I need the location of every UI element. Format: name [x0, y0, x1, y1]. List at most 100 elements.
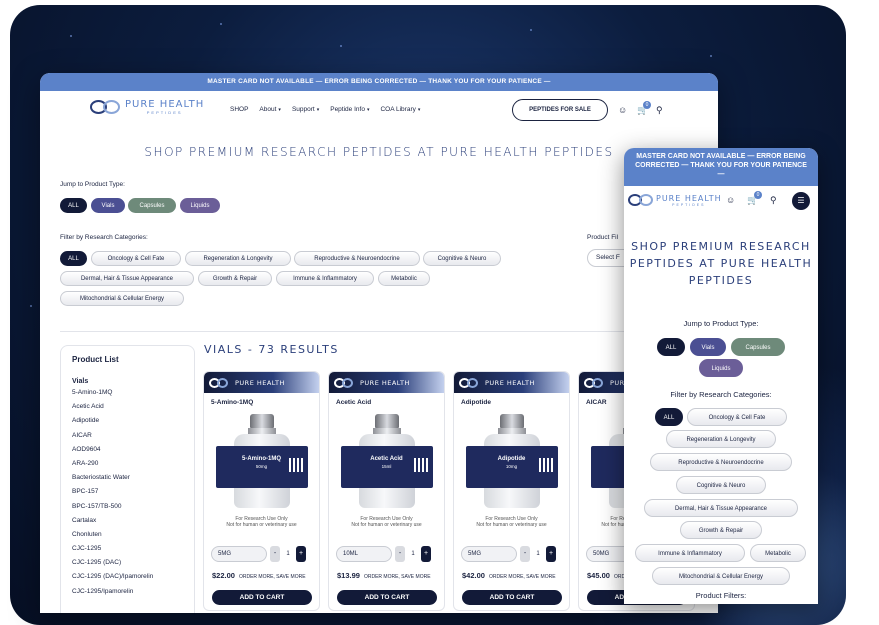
account-icon[interactable]: ☺ [618, 105, 627, 115]
category-immune[interactable]: Immune & Inflammatory [276, 271, 374, 286]
type-all[interactable]: ALL [60, 198, 87, 213]
plus-button[interactable]: + [421, 546, 431, 562]
category-growth[interactable]: Growth & Repair [680, 521, 762, 539]
list-item[interactable]: Adipotide [72, 417, 183, 431]
category-all[interactable]: ALL [60, 251, 87, 266]
plus-button[interactable]: + [296, 546, 306, 562]
list-item[interactable]: AOD9604 [72, 446, 183, 460]
minus-button[interactable]: - [270, 546, 280, 562]
logo-icon [334, 377, 354, 388]
product-list-panel: Product List Vials 5-Amino-1MQ Acetic Ac… [60, 345, 195, 613]
category-metabolic[interactable]: Metabolic [378, 271, 430, 286]
size-select[interactable]: 5MG [211, 546, 267, 562]
list-item[interactable]: Acetic Acid [72, 403, 183, 417]
type-liquids[interactable]: Liquids [699, 359, 743, 377]
add-to-cart-button[interactable]: ADD TO CART [212, 590, 312, 605]
research-note: For Research Use OnlyNot for human or ve… [351, 516, 422, 528]
type-liquids[interactable]: Liquids [180, 198, 220, 213]
list-item[interactable]: BPC-157/TB-500 [72, 503, 183, 517]
category-regeneration[interactable]: Regeneration & Longevity [185, 251, 291, 266]
product-card: PURE HEALTH Adipotide Adipotide 10mg For … [453, 371, 570, 611]
category-mitochondrial[interactable]: Mitochondrial & Cellular Energy [60, 291, 184, 306]
mobile-window: MASTER CARD NOT AVAILABLE — ERROR BEING … [624, 148, 818, 604]
mobile-jump-label: Jump to Product Type: [683, 319, 759, 328]
type-vials[interactable]: Vials [690, 338, 726, 356]
product-name[interactable]: Acetic Acid [329, 393, 444, 412]
logo-icon [628, 194, 654, 207]
category-cognitive[interactable]: Cognitive & Neuro [676, 476, 766, 494]
menu-icon[interactable]: ☰ [792, 192, 810, 210]
category-immune[interactable]: Immune & Inflammatory [635, 544, 745, 562]
qty-input[interactable]: 1 [283, 546, 293, 562]
category-mitochondrial[interactable]: Mitochondrial & Cellular Energy [652, 567, 790, 585]
category-dermal[interactable]: Dermal, Hair & Tissue Appearance [60, 271, 194, 286]
category-dermal[interactable]: Dermal, Hair & Tissue Appearance [644, 499, 798, 517]
search-icon[interactable]: ⚲ [770, 195, 777, 206]
nav-shop[interactable]: SHOP [230, 106, 248, 113]
category-growth[interactable]: Growth & Repair [198, 271, 272, 286]
product-list-group: Vials [72, 378, 89, 385]
category-oncology[interactable]: Oncology & Cell Fate [91, 251, 181, 266]
category-reproductive[interactable]: Reproductive & Neuroendocrine [650, 453, 792, 471]
vial-image[interactable]: Adipotide 10mg [462, 414, 562, 514]
product-name[interactable]: Adipotide [454, 393, 569, 412]
category-regeneration[interactable]: Regeneration & Longevity [666, 430, 776, 448]
card-header: PURE HEALTH [204, 372, 319, 393]
nav-coa-library[interactable]: COA Library ▾ [380, 106, 420, 113]
nav-menu: SHOP About ▾ Support ▾ Peptide Info ▾ COA L… [230, 106, 420, 113]
list-item[interactable]: Cartalax [72, 517, 183, 531]
page-title: SHOP PREMIUM RESEARCH PEPTIDES AT PURE H… [144, 145, 614, 159]
nav-support[interactable]: Support ▾ [292, 106, 319, 113]
category-oncology[interactable]: Oncology & Cell Fate [687, 408, 787, 426]
type-capsules[interactable]: Capsules [128, 198, 176, 213]
nav-about[interactable]: About ▾ [259, 106, 281, 113]
divider [60, 331, 660, 332]
list-item[interactable]: Bacteriostatic Water [72, 474, 183, 488]
add-to-cart-button[interactable]: ADD TO CART [462, 590, 562, 605]
type-capsules[interactable]: Capsules [731, 338, 785, 356]
qty-input[interactable]: 1 [408, 546, 418, 562]
list-item[interactable]: CJC-1295 (DAC)/Ipamorelin [72, 573, 183, 587]
category-cognitive[interactable]: Cognitive & Neuro [423, 251, 501, 266]
mobile-logo[interactable]: PURE HEALTH PEPTIDES [628, 194, 722, 207]
results-heading: VIALS - 73 RESULTS [204, 343, 339, 356]
add-to-cart-button[interactable]: ADD TO CART [337, 590, 437, 605]
list-item[interactable]: ARA-290 [72, 460, 183, 474]
plus-button[interactable]: + [546, 546, 556, 562]
category-metabolic[interactable]: Metabolic [750, 544, 806, 562]
card-header: PURE HEALTH [329, 372, 444, 393]
card-header: PURE HEALTH [454, 372, 569, 393]
vial-image[interactable]: Acetic Acid 15ml [337, 414, 437, 514]
size-select[interactable]: 5MG [461, 546, 517, 562]
list-item[interactable]: Chonluten [72, 531, 183, 545]
qty-input[interactable]: 1 [533, 546, 543, 562]
product-card: PURE HEALTH Acetic Acid Acetic Acid 15ml … [328, 371, 445, 611]
category-reproductive[interactable]: Reproductive & Neuroendocrine [294, 251, 420, 266]
type-vials[interactable]: Vials [91, 198, 125, 213]
list-item[interactable]: 5-Amino-1MQ [72, 389, 183, 403]
product-name[interactable]: 5-Amino-1MQ [204, 393, 319, 412]
vial-image[interactable]: 5-Amino-1MQ 50mg [212, 414, 312, 514]
minus-button[interactable]: - [395, 546, 405, 562]
desktop-window: MASTER CARD NOT AVAILABLE — ERROR BEING … [40, 73, 718, 613]
filter-label: Filter by Research Categories: [60, 234, 148, 241]
chevron-down-icon: ▾ [278, 106, 281, 113]
category-all[interactable]: ALL [655, 408, 683, 426]
search-icon[interactable]: ⚲ [656, 105, 663, 116]
mobile-product-filters-label: Product Filters: [695, 591, 747, 600]
card-options: 5MG - 1 + [461, 546, 556, 562]
size-select[interactable]: 10ML [336, 546, 392, 562]
account-icon[interactable]: ☺ [726, 195, 735, 205]
logo-sub: PEPTIDES [146, 110, 183, 115]
type-all[interactable]: ALL [657, 338, 685, 356]
minus-button[interactable]: - [520, 546, 530, 562]
list-item[interactable]: CJC-1295 (DAC) [72, 559, 183, 573]
list-item[interactable]: BPC-157 [72, 488, 183, 502]
list-item[interactable]: CJC-1295/Ipamorelin [72, 588, 183, 602]
peptides-for-sale-button[interactable]: PEPTIDES FOR SALE [512, 99, 608, 121]
logo-icon [584, 377, 604, 388]
list-item[interactable]: AICAR [72, 432, 183, 446]
nav-peptide-info[interactable]: Peptide Info ▾ [330, 106, 369, 113]
list-item[interactable]: CJC-1295 [72, 545, 183, 559]
logo[interactable]: PURE HEALTH PEPTIDES [90, 99, 204, 115]
